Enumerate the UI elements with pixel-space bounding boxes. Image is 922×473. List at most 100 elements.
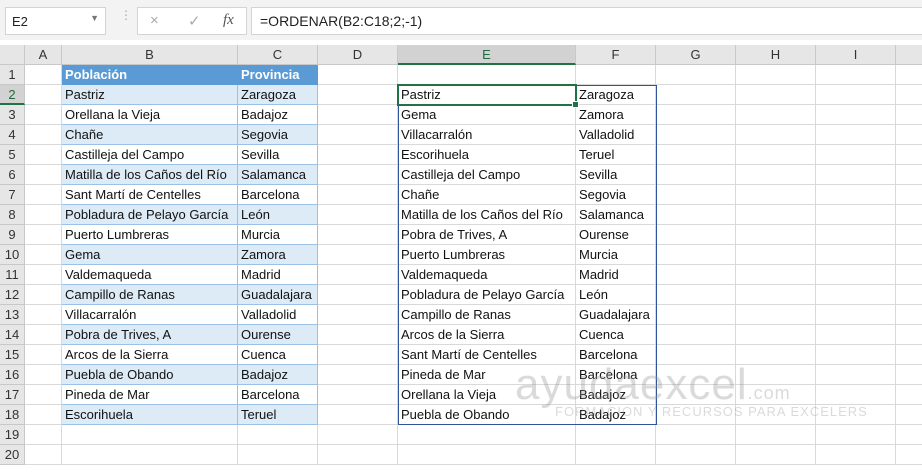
table-cell[interactable]: Castilleja del Campo [62, 145, 238, 165]
table-cell[interactable]: Villacarralón [62, 305, 238, 325]
cell[interactable] [62, 425, 238, 445]
cell[interactable] [736, 165, 816, 185]
cell[interactable] [656, 185, 736, 205]
result-cell[interactable]: Valdemaqueda [398, 265, 576, 285]
table-cell[interactable]: Matilla de los Caños del Río [62, 165, 238, 185]
cell[interactable] [318, 385, 398, 405]
cell[interactable] [25, 225, 62, 245]
cell[interactable] [25, 265, 62, 285]
cell[interactable] [736, 105, 816, 125]
cell[interactable] [318, 445, 398, 465]
table-cell[interactable]: Sevilla [238, 145, 318, 165]
name-box[interactable]: E2 ▼ [5, 7, 106, 35]
result-cell[interactable]: Salamanca [576, 205, 656, 225]
cell[interactable] [816, 385, 896, 405]
cell[interactable] [25, 245, 62, 265]
row-header-7[interactable]: 7 [0, 185, 25, 205]
result-cell[interactable]: Villacarralón [398, 125, 576, 145]
column-header-B[interactable]: B [62, 45, 238, 65]
cell[interactable] [656, 245, 736, 265]
cell[interactable] [656, 65, 736, 85]
cell[interactable] [25, 125, 62, 145]
cell[interactable] [816, 445, 896, 465]
table-cell[interactable]: Gema [62, 245, 238, 265]
column-header-A[interactable]: A [25, 45, 62, 65]
cell[interactable] [896, 365, 922, 385]
table-cell[interactable]: Ourense [238, 325, 318, 345]
table-cell[interactable]: Guadalajara [238, 285, 318, 305]
cell[interactable] [816, 205, 896, 225]
column-header-D[interactable]: D [318, 45, 398, 65]
cell[interactable] [816, 285, 896, 305]
cell[interactable] [318, 85, 398, 105]
row-header-1[interactable]: 1 [0, 65, 25, 85]
cell[interactable] [318, 345, 398, 365]
cell[interactable] [318, 105, 398, 125]
cell[interactable] [816, 185, 896, 205]
result-cell[interactable]: Segovia [576, 185, 656, 205]
result-cell[interactable]: Sevilla [576, 165, 656, 185]
cell[interactable] [656, 325, 736, 345]
formula-input[interactable]: =ORDENAR(B2:C18;2;-1) [251, 7, 922, 35]
result-cell[interactable]: León [576, 285, 656, 305]
cell[interactable] [736, 345, 816, 365]
table-cell[interactable]: Valladolid [238, 305, 318, 325]
cell[interactable] [656, 85, 736, 105]
table-cell[interactable]: Badajoz [238, 365, 318, 385]
cell[interactable] [25, 365, 62, 385]
cell[interactable] [25, 405, 62, 425]
cell[interactable] [736, 285, 816, 305]
cell[interactable] [656, 425, 736, 445]
row-header-4[interactable]: 4 [0, 125, 25, 145]
cell[interactable] [816, 225, 896, 245]
cell[interactable] [896, 125, 922, 145]
result-cell[interactable]: Puerto Lumbreras [398, 245, 576, 265]
cell[interactable] [656, 345, 736, 365]
result-cell[interactable]: Puebla de Obando [398, 405, 576, 425]
table-header-cell[interactable]: Población [62, 65, 238, 85]
cell[interactable] [736, 185, 816, 205]
table-cell[interactable]: Pineda de Mar [62, 385, 238, 405]
cell[interactable] [896, 245, 922, 265]
cell[interactable] [896, 65, 922, 85]
cell[interactable] [398, 425, 576, 445]
cell[interactable] [816, 365, 896, 385]
table-cell[interactable]: Puerto Lumbreras [62, 225, 238, 245]
cell[interactable] [736, 205, 816, 225]
row-header-2[interactable]: 2 [0, 85, 25, 105]
result-cell[interactable]: Madrid [576, 265, 656, 285]
cell[interactable] [896, 185, 922, 205]
cell[interactable] [896, 345, 922, 365]
result-cell[interactable]: Castilleja del Campo [398, 165, 576, 185]
cell[interactable] [318, 285, 398, 305]
cell[interactable] [816, 165, 896, 185]
cell[interactable] [25, 145, 62, 165]
result-cell[interactable]: Chañe [398, 185, 576, 205]
cell[interactable] [896, 165, 922, 185]
cell[interactable] [398, 445, 576, 465]
column-header-extra[interactable] [896, 45, 922, 65]
cell[interactable] [816, 125, 896, 145]
table-cell[interactable]: Chañe [62, 125, 238, 145]
table-cell[interactable]: Puebla de Obando [62, 365, 238, 385]
cell[interactable] [816, 325, 896, 345]
cell[interactable] [896, 265, 922, 285]
cell[interactable] [736, 425, 816, 445]
table-cell[interactable]: Cuenca [238, 345, 318, 365]
result-cell[interactable]: Pobra de Trives, A [398, 225, 576, 245]
row-header-18[interactable]: 18 [0, 405, 25, 425]
cell[interactable] [25, 385, 62, 405]
row-header-5[interactable]: 5 [0, 145, 25, 165]
result-cell[interactable]: Gema [398, 105, 576, 125]
row-header-17[interactable]: 17 [0, 385, 25, 405]
result-cell[interactable]: Zamora [576, 105, 656, 125]
table-cell[interactable]: Zaragoza [238, 85, 318, 105]
cell[interactable] [318, 265, 398, 285]
row-header-3[interactable]: 3 [0, 105, 25, 125]
cell[interactable] [318, 425, 398, 445]
cell[interactable] [816, 105, 896, 125]
cell[interactable] [736, 85, 816, 105]
cell[interactable] [576, 65, 656, 85]
result-cell[interactable]: Cuenca [576, 325, 656, 345]
cell[interactable] [816, 305, 896, 325]
